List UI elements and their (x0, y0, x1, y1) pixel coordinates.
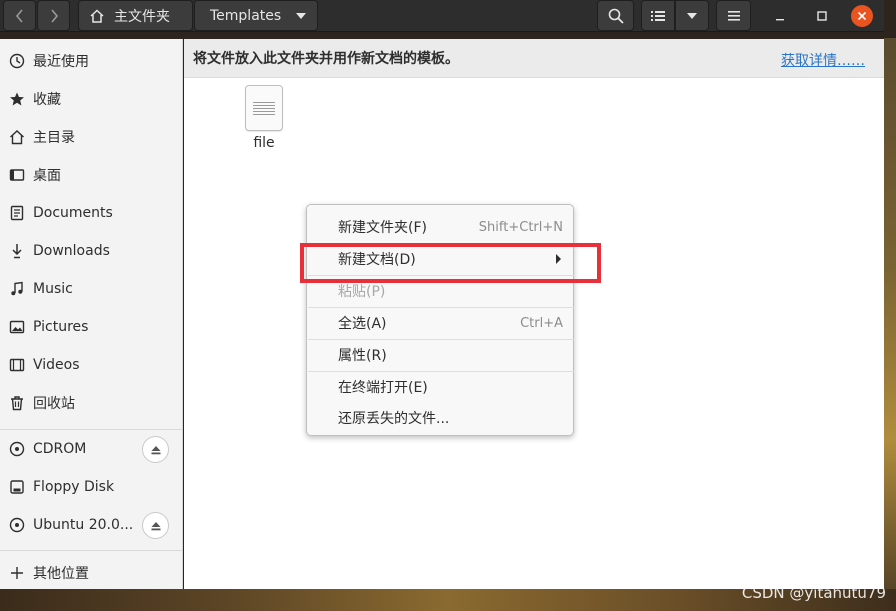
menu-item-select-all[interactable]: 全选(A) Ctrl+A (307, 308, 573, 338)
sidebar-device-floppy[interactable]: Floppy Disk (0, 469, 183, 505)
sidebar: 最近使用 收藏 主目录 桌面 Documents Downloads Music… (0, 39, 183, 589)
download-icon (8, 242, 26, 260)
music-icon (8, 280, 26, 298)
menu-item-label: 粘贴(P) (338, 284, 386, 300)
menu-item-label: 新建文件夹(F) (338, 220, 427, 236)
star-icon (8, 90, 26, 108)
sidebar-item-label: Downloads (33, 243, 110, 259)
menu-item-shortcut: Shift+Ctrl+N (478, 219, 563, 235)
sidebar-item-label: 收藏 (33, 92, 61, 108)
sidebar-item-downloads[interactable]: Downloads (0, 233, 183, 269)
trash-icon (8, 394, 26, 412)
sidebar-separator (0, 550, 183, 551)
eject-button[interactable] (142, 512, 169, 539)
home-icon (90, 8, 104, 23)
chevron-left-icon (15, 8, 23, 23)
sidebar-item-label: 桌面 (33, 168, 61, 184)
view-options-button[interactable] (675, 0, 709, 31)
sidebar-item-music[interactable]: Music (0, 271, 183, 307)
path-current-button[interactable]: Templates (194, 0, 318, 31)
sidebar-item-desktop[interactable]: 桌面 (0, 157, 183, 193)
sidebar-item-label: Videos (33, 357, 80, 373)
sidebar-item-documents[interactable]: Documents (0, 195, 183, 231)
infobar-message: 将文件放入此文件夹并用作新文档的模板。 (193, 51, 459, 67)
caret-down-icon (687, 12, 697, 19)
file-item[interactable]: file (240, 85, 288, 151)
search-button[interactable] (597, 0, 634, 31)
desktop-wallpaper-right (884, 38, 896, 611)
chevron-right-icon (50, 8, 58, 23)
sidebar-item-label: 主目录 (33, 130, 75, 146)
sidebar-device-ubuntu[interactable]: Ubuntu 20.0... (0, 507, 183, 543)
sidebar-item-label: Documents (33, 205, 113, 221)
sidebar-separator (0, 429, 183, 430)
drive-icon (8, 478, 26, 496)
minimize-icon (776, 19, 784, 21)
context-menu: 新建文件夹(F) Shift+Ctrl+N 新建文档(D) 粘贴(P) 全选(A… (306, 204, 574, 436)
document-icon (8, 204, 26, 222)
text-file-icon (245, 85, 283, 131)
sidebar-item-label: 最近使用 (33, 54, 89, 70)
menu-item-new-folder[interactable]: 新建文件夹(F) Shift+Ctrl+N (307, 212, 573, 242)
disc-icon (8, 440, 26, 458)
sidebar-item-trash[interactable]: 回收站 (0, 385, 183, 421)
sidebar-other-label: 其他位置 (33, 566, 89, 582)
learn-more-link[interactable]: 获取详情…… (781, 50, 865, 70)
sidebar-item-pictures[interactable]: Pictures (0, 309, 183, 345)
close-button[interactable] (851, 5, 873, 27)
view-list-button[interactable] (641, 0, 675, 31)
sidebar-item-label: Music (33, 281, 73, 297)
search-icon (608, 8, 624, 24)
menu-item-open-terminal[interactable]: 在终端打开(E) (307, 372, 573, 402)
eject-icon (151, 521, 160, 530)
main-menu-button[interactable] (716, 0, 751, 31)
path-current-label: Templates (210, 7, 282, 24)
video-icon (8, 356, 26, 374)
annotation-highlight-box (300, 243, 601, 283)
path-home-label: 主文件夹 (114, 8, 170, 25)
sidebar-item-home[interactable]: 主目录 (0, 119, 183, 155)
sidebar-item-label: Pictures (33, 319, 89, 335)
sidebar-device-cdrom[interactable]: CDROM (0, 431, 183, 467)
plus-icon (8, 564, 26, 582)
eject-button[interactable] (142, 436, 169, 463)
disc-icon (8, 516, 26, 534)
menu-item-label: 全选(A) (338, 316, 387, 332)
sidebar-item-recent[interactable]: 最近使用 (0, 43, 183, 79)
sidebar-item-label: 回收站 (33, 396, 75, 412)
sidebar-other-locations[interactable]: 其他位置 (0, 555, 183, 591)
sidebar-item-videos[interactable]: Videos (0, 347, 183, 383)
sidebar-device-label: CDROM (33, 441, 87, 457)
menu-item-shortcut: Ctrl+A (520, 315, 563, 331)
desktop-icon (8, 166, 26, 184)
eject-icon (151, 445, 160, 454)
hamburger-icon (727, 10, 740, 21)
menu-item-restore-missing[interactable]: 还原丢失的文件... (307, 403, 573, 433)
back-button[interactable] (3, 0, 36, 31)
maximize-icon (817, 11, 827, 21)
close-icon (857, 11, 867, 21)
clock-icon (8, 52, 26, 70)
header-bar: 主文件夹 Templates (0, 0, 884, 32)
path-home-button[interactable]: 主文件夹 (78, 0, 193, 31)
sidebar-item-starred[interactable]: 收藏 (0, 81, 183, 117)
list-view-icon (651, 10, 665, 21)
maximize-button[interactable] (811, 5, 833, 27)
menu-item-label: 还原丢失的文件... (338, 411, 450, 427)
picture-icon (8, 318, 26, 336)
minimize-button[interactable] (769, 5, 791, 27)
sidebar-device-label: Floppy Disk (33, 479, 115, 495)
sidebar-device-label: Ubuntu 20.0... (33, 517, 134, 533)
templates-infobar: 将文件放入此文件夹并用作新文档的模板。 获取详情…… (184, 39, 884, 78)
menu-item-label: 属性(R) (338, 348, 387, 364)
caret-down-icon (296, 13, 306, 19)
menu-item-label: 在终端打开(E) (338, 380, 428, 396)
menu-item-properties[interactable]: 属性(R) (307, 340, 573, 370)
forward-button[interactable] (37, 0, 70, 31)
home-icon (8, 128, 26, 146)
file-name: file (253, 135, 275, 151)
